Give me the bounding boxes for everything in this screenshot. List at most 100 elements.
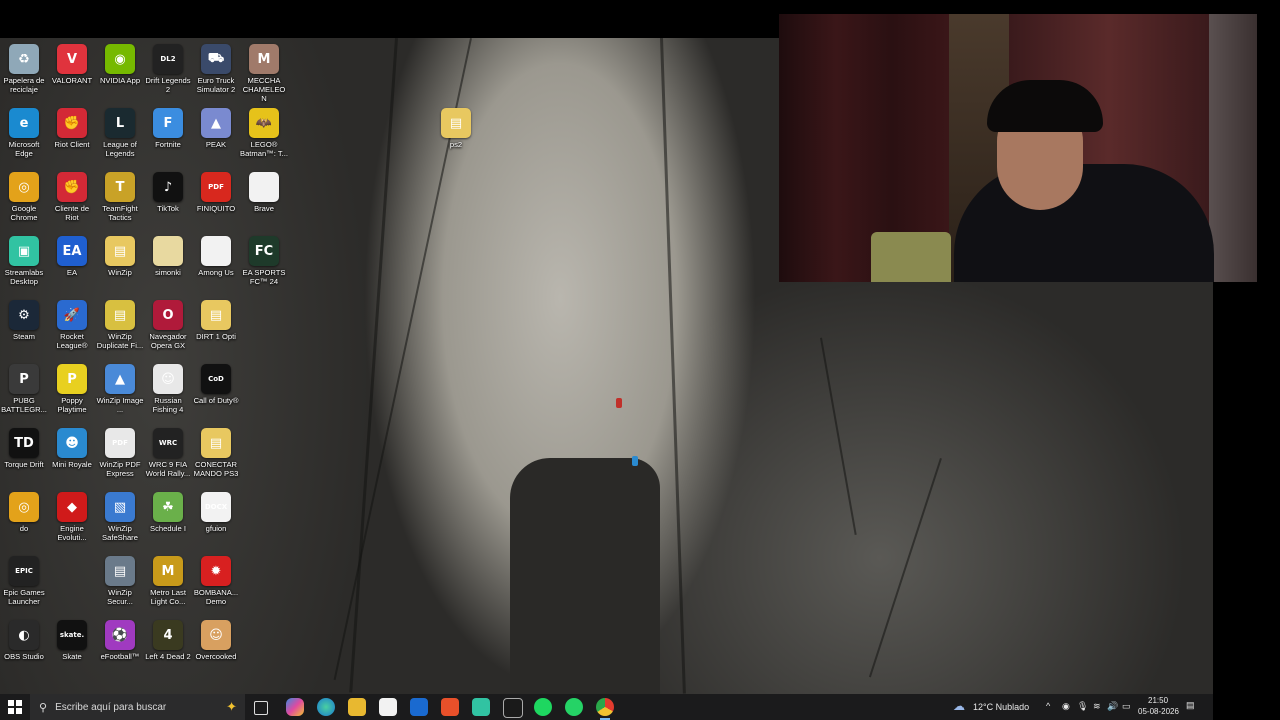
steam-icon: ⚙ — [9, 300, 39, 330]
desktop-icon[interactable]: T TeamFight Tactics — [96, 170, 144, 232]
outlook-icon[interactable] — [410, 698, 428, 716]
desktop-icon[interactable]: L League of Legends — [96, 106, 144, 168]
microphone-icon[interactable]: 🎙 — [1077, 701, 1088, 712]
desktop-icon[interactable]: 🚀 Rocket League® — [48, 298, 96, 360]
desktop-icon[interactable]: ◆ Engine Evoluti... — [48, 490, 96, 552]
chevron-up-icon[interactable]: ^ — [1046, 701, 1050, 711]
weather-icon[interactable]: ☁ — [953, 699, 965, 713]
capcut-icon[interactable] — [503, 698, 523, 718]
desktop-icon[interactable]: CoD Call of Duty® — [192, 362, 240, 424]
search-box[interactable]: ⚲ Escribe aquí para buscar ✦ — [30, 694, 245, 720]
edge-taskbar-icon[interactable] — [317, 698, 335, 716]
desktop-icon-label: Navegador Opera GX — [149, 332, 187, 350]
desktop-icon[interactable]: ▲ PEAK — [192, 106, 240, 168]
clock-date[interactable]: 05-08-2026 — [1138, 707, 1179, 716]
desktop-icon[interactable]: skate. Skate — [48, 618, 96, 680]
docx-file-icon: DOCX — [201, 492, 231, 522]
desktop-icon[interactable]: ☘ Schedule I — [144, 490, 192, 552]
record-icon[interactable]: ◉ — [1062, 701, 1070, 712]
riot-client-icon: ✊ — [57, 172, 87, 202]
task-view-button[interactable] — [254, 701, 268, 715]
streamlabs-taskbar-icon[interactable] — [472, 698, 490, 716]
speaker-icon[interactable]: 🔊 — [1107, 701, 1118, 712]
desktop-icon[interactable]: ♪ TikTok — [144, 170, 192, 232]
desktop-icon-label: TikTok — [157, 204, 179, 213]
desktop-icon[interactable]: EA EA — [48, 234, 96, 296]
desktop-icon[interactable]: ◎ do — [0, 490, 48, 552]
desktop-icon[interactable]: ⚽ eFootball™ — [96, 618, 144, 680]
winzip-icon: ▤ — [105, 300, 135, 330]
search-icon: ⚲ — [39, 701, 48, 714]
copilot-icon[interactable] — [286, 698, 304, 716]
desktop-icon[interactable]: V VALORANT — [48, 42, 96, 104]
desktop-icon[interactable]: WRC WRC 9 FIA World Rally... — [144, 426, 192, 488]
desktop-icon[interactable]: simonki — [144, 234, 192, 296]
desktop-icon[interactable]: PDF FINIQUITO — [192, 170, 240, 232]
desktop-icon[interactable]: 🦇 LEGO® Batman™: T... — [240, 106, 288, 168]
league-icon: L — [105, 108, 135, 138]
windows-logo-icon — [8, 700, 22, 714]
battery-icon[interactable]: ▭ — [1122, 701, 1131, 712]
desktop-icon[interactable]: ▤ ps2 — [432, 106, 480, 168]
desktop-icon[interactable]: 4 Left 4 Dead 2 — [144, 618, 192, 680]
desktop-icon-label: Poppy Playtime — [57, 396, 87, 414]
chrome-taskbar-icon[interactable] — [596, 698, 614, 716]
desktop-icon[interactable]: ☺ Overcooked — [192, 618, 240, 680]
desktop-icon[interactable]: O Navegador Opera GX — [144, 298, 192, 360]
desktop-icon[interactable]: ☺ Russian Fishing 4 — [144, 362, 192, 424]
desktop-icon[interactable]: ☻ Mini Royale — [48, 426, 96, 488]
desktop-icon[interactable]: ▤ WinZip Duplicate Fi... — [96, 298, 144, 360]
desktop-icon[interactable]: ✹ BOMBANA... Demo — [192, 554, 240, 616]
desktop-icon[interactable]: ⚙ Steam — [0, 298, 48, 360]
desktop-icon[interactable]: ♻ Papelera de reciclaje — [0, 42, 48, 104]
person-torso — [954, 164, 1214, 282]
desktop-icon-label: TeamFight Tactics — [102, 204, 138, 222]
person-hair — [987, 80, 1103, 132]
desktop-icon[interactable]: PDF WinZip PDF Express — [96, 426, 144, 488]
desktop-icon[interactable]: Brave — [240, 170, 288, 232]
desktop-icon[interactable]: ⛟ Euro Truck Simulator 2 — [192, 42, 240, 104]
torque-drift-icon: TD — [9, 428, 39, 458]
whatsapp-icon[interactable] — [565, 698, 583, 716]
notifications-icon[interactable]: ▤ — [1186, 700, 1195, 711]
desktop-icon[interactable]: ▧ WinZip SafeShare — [96, 490, 144, 552]
desktop-icon[interactable]: e Microsoft Edge — [0, 106, 48, 168]
start-button[interactable] — [8, 700, 22, 714]
poppy-playtime-icon: P — [57, 364, 87, 394]
chrome-icon: ◎ — [9, 492, 39, 522]
wifi-icon[interactable]: ≋ — [1093, 701, 1101, 712]
desktop-icon[interactable]: ✊ Riot Client — [48, 106, 96, 168]
desktop-icon-label: Papelera de reciclaje — [3, 76, 45, 94]
desktop-icon[interactable]: ▤ WinZip — [96, 234, 144, 296]
clock-time[interactable]: 21:50 — [1148, 696, 1168, 705]
desktop-icon[interactable]: Among Us — [192, 234, 240, 296]
weather-text[interactable]: 12°C Nublado — [973, 702, 1029, 712]
desktop-icon[interactable]: ▤ WinZip Secur... — [96, 554, 144, 616]
file-explorer-icon[interactable] — [348, 698, 366, 716]
desktop-icon[interactable]: ◉ NVIDIA App — [96, 42, 144, 104]
spotify-icon[interactable] — [534, 698, 552, 716]
desktop-icon[interactable]: ✊ Cliente de Riot — [48, 170, 96, 232]
desktop-icon[interactable]: TD Torque Drift — [0, 426, 48, 488]
desktop-icon[interactable]: F Fortnite — [144, 106, 192, 168]
desktop-icon[interactable]: ▤ DIRT 1 Opti — [192, 298, 240, 360]
desktop-icon[interactable]: EPIC Epic Games Launcher — [0, 554, 48, 616]
desktop-icon[interactable]: FC EA SPORTS FC™ 24 — [240, 234, 288, 296]
brave-icon[interactable] — [441, 698, 459, 716]
desktop-icon[interactable]: DOCX gfuion — [192, 490, 240, 552]
microsoft-store-icon[interactable] — [379, 698, 397, 716]
bombana-icon: ✹ — [201, 556, 231, 586]
desktop-icon[interactable]: DL2 Drift Legends 2 — [144, 42, 192, 104]
winzip-folder-icon: ▤ — [105, 236, 135, 266]
desktop-icon[interactable]: ◐ OBS Studio — [0, 618, 48, 680]
desktop-icon[interactable]: M MECCHA CHAMELEON — [240, 42, 288, 104]
fortnite-icon: F — [153, 108, 183, 138]
desktop-icon[interactable]: M Metro Last Light Co... — [144, 554, 192, 616]
desktop-icon[interactable]: P PUBG BATTLEGR... — [0, 362, 48, 424]
desktop-icon[interactable]: ▣ Streamlabs Desktop — [0, 234, 48, 296]
desktop-icon[interactable]: ◎ Google Chrome — [0, 170, 48, 232]
desktop-icon[interactable]: ▲ WinZip Image ... — [96, 362, 144, 424]
desktop-icon[interactable]: ▤ CONECTAR MANDO PS3 — [192, 426, 240, 488]
desktop-icon-label: gfuion — [205, 524, 227, 533]
desktop-icon[interactable]: P Poppy Playtime — [48, 362, 96, 424]
